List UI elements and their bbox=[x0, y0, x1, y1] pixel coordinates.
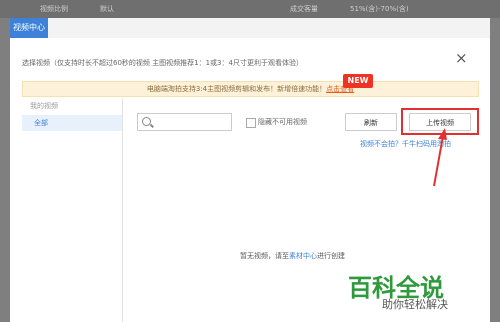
background-form-strip: 视频比例 默认 成交客量 51%(含)-70%(含) bbox=[0, 0, 500, 18]
video-center-dialog: 视频中心 选择视频（仅支持时长不超过60秒的视频 主图视频推荐1：1或3：4尺寸… bbox=[10, 18, 490, 322]
watermark-subtitle: 助你轻松解决 bbox=[382, 298, 448, 311]
bg-value-ratio: 默认 bbox=[100, 5, 114, 13]
bg-label-rate: 成交客量 bbox=[290, 5, 318, 13]
bg-value-rate: 51%(含)-70%(含) bbox=[350, 5, 409, 13]
bg-label-ratio: 视频比例 bbox=[40, 5, 68, 13]
